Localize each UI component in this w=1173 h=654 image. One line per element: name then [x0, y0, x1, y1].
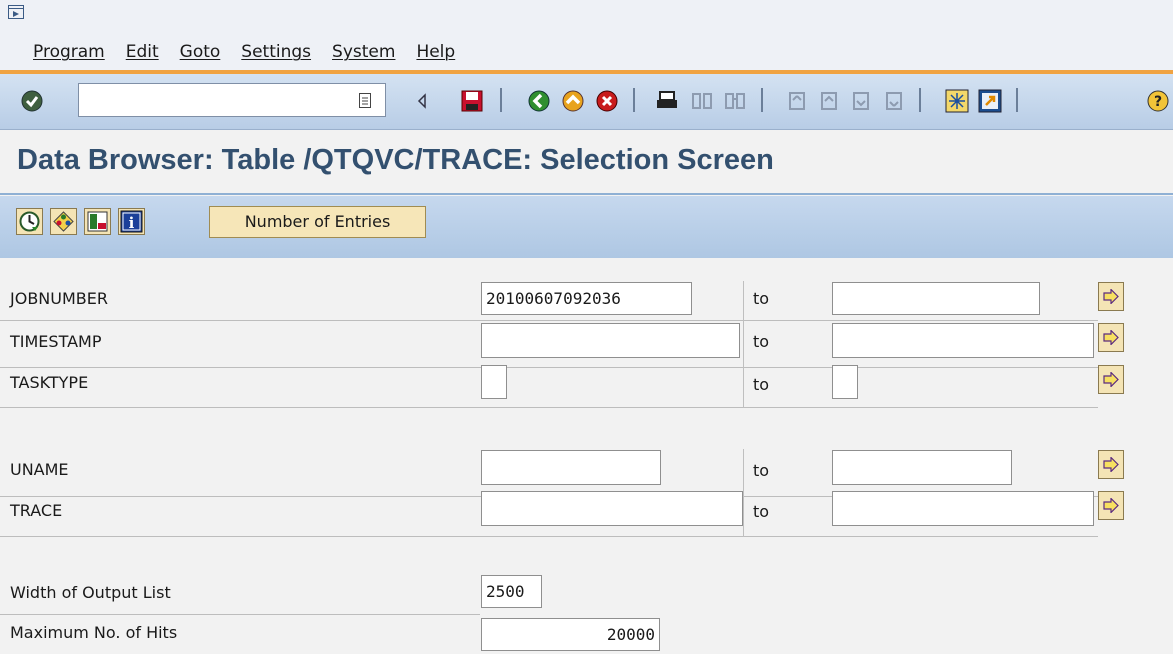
last-page-icon[interactable]	[882, 89, 906, 113]
system-menu-icon[interactable]	[8, 5, 24, 19]
to-label: to	[753, 502, 770, 521]
row-divider	[0, 320, 1098, 321]
field-label-timestamp: TIMESTAMP	[10, 332, 102, 351]
row-divider	[0, 614, 480, 615]
jobnumber-from-input[interactable]: 20100607092036	[481, 282, 692, 315]
title-bar: Data Browser: Table /QTQVC/TRACE: Select…	[0, 130, 1173, 195]
jobnumber-multiple-selection-button[interactable]	[1098, 282, 1124, 311]
collapse-arrow-icon[interactable]	[416, 89, 428, 113]
column-divider	[743, 281, 744, 408]
tasktype-from-input[interactable]	[481, 365, 507, 399]
uname-multiple-selection-button[interactable]	[1098, 450, 1124, 479]
number-of-entries-button[interactable]: Number of Entries	[209, 206, 426, 238]
arrow-right-icon	[1103, 457, 1119, 472]
timestamp-to-input[interactable]	[832, 323, 1094, 358]
menu-items: Program Edit Goto Settings System Help	[33, 42, 476, 62]
maximum-hits-input[interactable]: 20000	[481, 618, 660, 651]
arrow-right-icon	[1103, 289, 1119, 304]
back-icon[interactable]	[527, 89, 551, 113]
selection-options-icon	[53, 211, 74, 232]
svg-text:i: i	[129, 214, 135, 232]
menu-settings[interactable]: Settings	[241, 42, 311, 62]
row-divider	[0, 367, 1098, 368]
field-label-tasktype: TASKTYPE	[10, 373, 89, 392]
field-label-uname: UNAME	[10, 460, 69, 479]
menu-edit[interactable]: Edit	[126, 42, 159, 62]
uname-from-input[interactable]	[481, 450, 661, 485]
enter-check-icon[interactable]	[20, 89, 44, 113]
application-toolbar: i Number of Entries	[0, 196, 1173, 258]
timestamp-from-input[interactable]	[481, 323, 740, 358]
page-title: Data Browser: Table /QTQVC/TRACE: Select…	[17, 144, 774, 176]
first-page-icon[interactable]	[785, 89, 809, 113]
info-icon: i	[120, 210, 143, 233]
menu-goto[interactable]: Goto	[180, 42, 221, 62]
field-label-trace: TRACE	[10, 501, 63, 520]
toolbar-separator	[761, 88, 763, 112]
to-label: to	[753, 375, 770, 394]
uname-to-input[interactable]	[832, 450, 1012, 485]
menu-program[interactable]: Program	[33, 42, 105, 62]
command-dropdown-icon[interactable]	[359, 93, 371, 108]
column-divider	[743, 449, 744, 537]
find-icon[interactable]	[690, 89, 714, 113]
trace-to-input[interactable]	[832, 491, 1094, 526]
field-label-jobnumber: JOBNUMBER	[10, 289, 108, 308]
execute-clock-icon	[19, 211, 40, 232]
trace-multiple-selection-button[interactable]	[1098, 491, 1124, 520]
toolbar-separator	[633, 88, 635, 112]
command-field[interactable]	[78, 83, 386, 117]
standard-toolbar: ?	[0, 74, 1173, 130]
help-icon[interactable]: ?	[1146, 89, 1170, 113]
tasktype-multiple-selection-button[interactable]	[1098, 365, 1124, 394]
info-button[interactable]: i	[118, 208, 145, 235]
width-of-output-list-label: Width of Output List	[10, 583, 171, 602]
cancel-icon[interactable]	[595, 89, 619, 113]
print-icon[interactable]	[655, 89, 679, 113]
menu-bar: Program Edit Goto Settings System Help	[0, 0, 1173, 74]
row-divider	[0, 407, 1098, 408]
layout-button[interactable]	[84, 208, 111, 235]
menu-help[interactable]: Help	[416, 42, 455, 62]
to-label: to	[753, 289, 770, 308]
toolbar-separator	[500, 88, 502, 112]
maximum-hits-label: Maximum No. of Hits	[10, 623, 178, 642]
shortcut-icon[interactable]	[978, 89, 1002, 113]
menu-system[interactable]: System	[332, 42, 395, 62]
toolbar-separator	[1016, 88, 1018, 112]
trace-from-input[interactable]	[481, 491, 743, 526]
execute-button[interactable]	[16, 208, 43, 235]
save-icon[interactable]	[460, 89, 484, 113]
to-label: to	[753, 332, 770, 351]
previous-page-icon[interactable]	[817, 89, 841, 113]
selection-options-button[interactable]	[50, 208, 77, 235]
arrow-right-icon	[1103, 498, 1119, 513]
jobnumber-to-input[interactable]	[832, 282, 1040, 315]
next-page-icon[interactable]	[849, 89, 873, 113]
layout-icon	[87, 211, 108, 232]
timestamp-multiple-selection-button[interactable]	[1098, 323, 1124, 352]
toolbar-separator	[919, 88, 921, 112]
row-divider	[0, 536, 1098, 537]
width-of-output-list-input[interactable]: 2500	[481, 575, 542, 608]
svg-text:?: ?	[1154, 94, 1162, 110]
find-next-icon[interactable]	[723, 89, 747, 113]
to-label: to	[753, 461, 770, 480]
tasktype-to-input[interactable]	[832, 365, 858, 399]
exit-icon[interactable]	[561, 89, 585, 113]
arrow-right-icon	[1103, 330, 1119, 345]
arrow-right-icon	[1103, 372, 1119, 387]
create-session-icon[interactable]	[945, 89, 969, 113]
